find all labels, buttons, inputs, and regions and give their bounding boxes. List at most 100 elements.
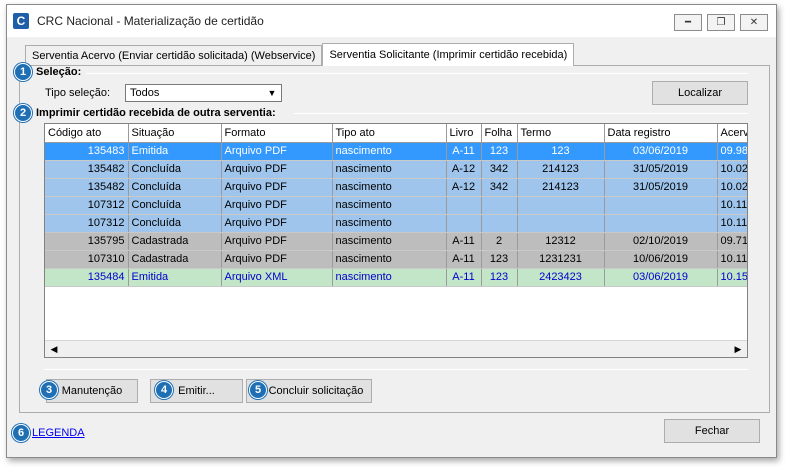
buttons-divider	[44, 369, 748, 370]
table-row[interactable]: 135482 Concluída Arquivo PDF nascimento A-12…	[45, 160, 747, 179]
cell-termo: 2423423	[517, 268, 605, 287]
imprimir-divider	[294, 113, 748, 114]
col-situacao[interactable]: Situação	[128, 124, 222, 143]
cell-tipo-ato: nascimento	[332, 214, 447, 233]
imprimir-title: Imprimir certidão recebida de outra serv…	[36, 107, 276, 119]
tab-serventia-acervo[interactable]: Serventia Acervo (Enviar certidão solici…	[25, 45, 323, 65]
cell-acervo: 10.029	[717, 178, 747, 197]
col-termo[interactable]: Termo	[517, 124, 605, 143]
cell-situacao: Concluída	[128, 196, 222, 215]
horizontal-scrollbar[interactable]: ◀ ▶	[45, 340, 747, 357]
cell-situacao: Cadastrada	[128, 232, 222, 251]
emitir-label: Emitir...	[178, 385, 215, 397]
cell-termo: 214123	[517, 160, 605, 179]
cell-acervo: 10.159	[717, 268, 747, 287]
badge-4: 4	[155, 381, 173, 399]
manutencao-button[interactable]: Manutenção	[46, 379, 138, 403]
tipo-selecao-select[interactable]: Todos ▼	[125, 84, 282, 102]
table-row[interactable]: 135482 Concluída Arquivo PDF nascimento A-12…	[45, 178, 747, 197]
col-folha[interactable]: Folha	[481, 124, 518, 143]
cell-livro	[446, 196, 482, 215]
grid-header-row: Código ato Situação Formato Tipo ato Liv…	[45, 124, 747, 143]
cell-codigo-ato: 135483	[45, 142, 129, 161]
tipo-selecao-label: Tipo seleção:	[45, 87, 111, 99]
cell-livro: A-12	[446, 178, 482, 197]
table-row[interactable]: 107312 Concluída Arquivo PDF nascimento 10.1…	[45, 214, 747, 233]
cell-termo	[517, 196, 605, 215]
cell-formato: Arquivo PDF	[221, 196, 333, 215]
tab-serventia-solicitante[interactable]: Serventia Solicitante (Imprimir certidão…	[322, 43, 575, 66]
cell-folha: 123	[481, 142, 518, 161]
col-livro[interactable]: Livro	[446, 124, 482, 143]
cell-acervo: 09.989	[717, 142, 747, 161]
concluir-label: Concluir solicitação	[268, 385, 364, 397]
localizar-button[interactable]: Localizar	[652, 81, 748, 105]
cell-codigo-ato: 135482	[45, 178, 129, 197]
col-acervo[interactable]: Acervo	[717, 124, 747, 143]
cell-termo: 1231231	[517, 250, 605, 269]
cell-livro: A-12	[446, 160, 482, 179]
selecao-divider	[86, 73, 748, 74]
table-row[interactable]: 107312 Concluída Arquivo PDF nascimento 10.1…	[45, 196, 747, 215]
window-controls: ━ ❐ ✕	[674, 14, 768, 31]
cell-codigo-ato: 135484	[45, 268, 129, 287]
cell-termo: 214123	[517, 178, 605, 197]
cell-situacao: Emitida	[128, 142, 222, 161]
certidao-grid[interactable]: Código ato Situação Formato Tipo ato Liv…	[44, 123, 748, 358]
tab-strip: Serventia Acervo (Enviar certidão solici…	[25, 43, 575, 66]
cell-data-registro: 02/10/2019	[604, 232, 718, 251]
col-data-registro[interactable]: Data registro	[604, 124, 718, 143]
close-icon: ✕	[749, 17, 759, 28]
cell-tipo-ato: nascimento	[332, 250, 447, 269]
cell-folha: 342	[481, 178, 518, 197]
tipo-selecao-value: Todos	[130, 87, 160, 99]
minimize-button[interactable]: ━	[674, 14, 702, 31]
scroll-right-icon[interactable]: ▶	[731, 343, 745, 355]
cell-tipo-ato: nascimento	[332, 178, 447, 197]
window-title: CRC Nacional - Materialização de certidã…	[37, 14, 264, 28]
col-codigo-ato[interactable]: Código ato	[45, 124, 129, 143]
cell-livro: A-11	[446, 250, 482, 269]
cell-acervo: 10.117	[717, 214, 747, 233]
col-tipo-ato[interactable]: Tipo ato	[332, 124, 447, 143]
col-formato[interactable]: Formato	[221, 124, 333, 143]
cell-formato: Arquivo PDF	[221, 232, 333, 251]
cell-codigo-ato: 135795	[45, 232, 129, 251]
restore-button[interactable]: ❐	[707, 14, 735, 31]
fechar-button[interactable]: Fechar	[664, 419, 760, 443]
cell-situacao: Concluída	[128, 178, 222, 197]
cell-formato: Arquivo XML	[221, 268, 333, 287]
cell-termo: 12312	[517, 232, 605, 251]
close-button[interactable]: ✕	[740, 14, 768, 31]
badge-2: 2	[14, 104, 32, 122]
cell-acervo: 10.110	[717, 250, 747, 269]
title-bar[interactable]: C CRC Nacional - Materialização de certi…	[7, 5, 776, 37]
table-row[interactable]: 135483 Emitida Arquivo PDF nascimento A-11 12…	[45, 142, 747, 161]
table-row[interactable]: 107310 Cadastrada Arquivo PDF nascimento A-1…	[45, 250, 747, 269]
scroll-left-icon[interactable]: ◀	[47, 343, 61, 355]
badge-6: 6	[12, 424, 30, 442]
cell-situacao: Concluída	[128, 214, 222, 233]
minimize-icon: ━	[684, 17, 692, 28]
app-icon: C	[13, 13, 29, 29]
cell-livro: A-11	[446, 268, 482, 287]
cell-livro	[446, 214, 482, 233]
cell-folha	[481, 214, 518, 233]
cell-folha: 342	[481, 160, 518, 179]
cell-termo	[517, 214, 605, 233]
cell-tipo-ato: nascimento	[332, 196, 447, 215]
cell-acervo: 10.117	[717, 196, 747, 215]
cell-situacao: Cadastrada	[128, 250, 222, 269]
cell-folha	[481, 196, 518, 215]
cell-situacao: Concluída	[128, 160, 222, 179]
table-row[interactable]: 135795 Cadastrada Arquivo PDF nascimento A-1…	[45, 232, 747, 251]
cell-formato: Arquivo PDF	[221, 250, 333, 269]
cell-codigo-ato: 135482	[45, 160, 129, 179]
cell-tipo-ato: nascimento	[332, 268, 447, 287]
table-row[interactable]: 135484 Emitida Arquivo XML nascimento A-11 12…	[45, 268, 747, 287]
certidao-table: Código ato Situação Formato Tipo ato Liv…	[45, 124, 747, 287]
legenda-link[interactable]: LEGENDA	[32, 427, 85, 439]
cell-formato: Arquivo PDF	[221, 178, 333, 197]
cell-folha: 123	[481, 268, 518, 287]
fechar-label: Fechar	[694, 425, 730, 437]
